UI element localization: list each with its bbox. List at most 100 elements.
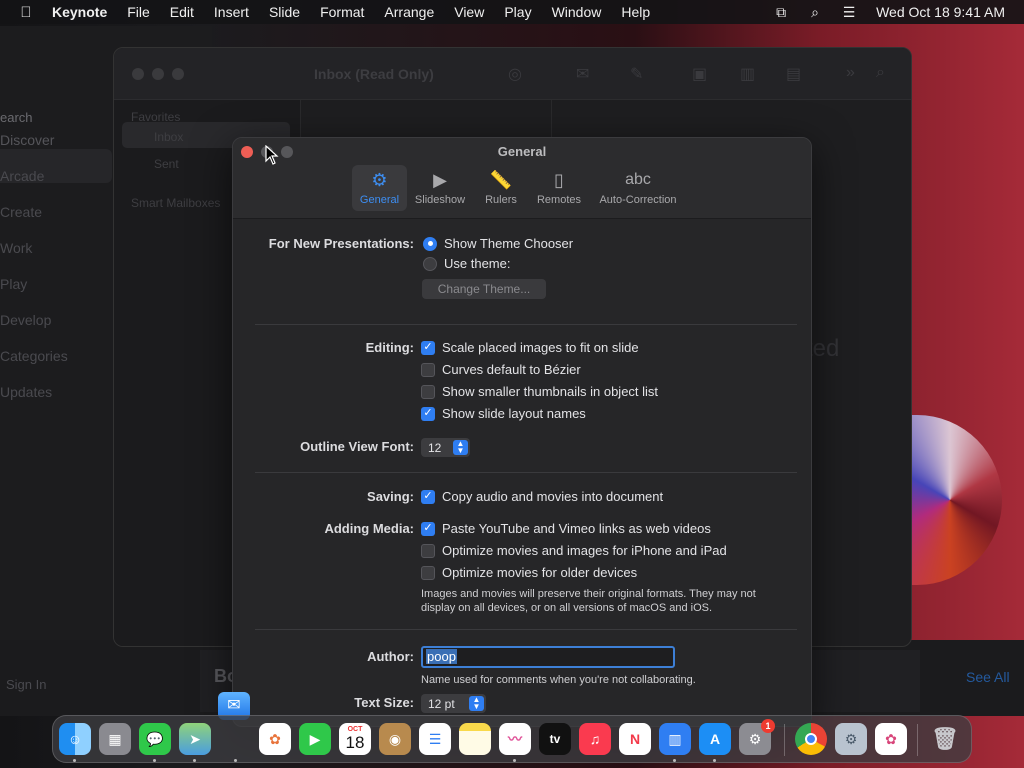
chrome-icon[interactable] (795, 723, 827, 755)
new-presentations-label: For New Presentations: (268, 236, 414, 251)
text-size-label: Text Size: (354, 695, 414, 710)
junk-icon[interactable]: ▤ (786, 64, 801, 84)
sidebar-item-categories[interactable]: Categories (0, 348, 68, 364)
checkbox-empty-icon (421, 565, 435, 580)
sidebar-item-create[interactable]: Create (0, 204, 42, 220)
tab-remotes[interactable]: ▯ Remotes (533, 165, 585, 211)
mail-minimize-button[interactable] (152, 68, 164, 80)
author-name-field[interactable]: poop (421, 646, 675, 668)
music-icon[interactable]: ♫ (579, 723, 611, 755)
tab-slideshow[interactable]: ▶ Slideshow (410, 165, 470, 211)
use-theme-radio[interactable]: Use theme: (423, 256, 510, 271)
option-label: Use theme: (444, 256, 511, 271)
menu-arrange[interactable]: Arrange (374, 4, 444, 20)
photos-library-icon[interactable]: ✿ (875, 723, 907, 755)
trash-icon[interactable]: 🗑 (929, 723, 961, 755)
sidebar-item-develop[interactable]: Develop (0, 312, 51, 328)
get-mail-icon[interactable]: ✉ (576, 64, 589, 84)
archive-icon[interactable]: ▣ (692, 64, 707, 84)
mailbox-inbox[interactable]: Inbox (154, 130, 183, 144)
checkbox-empty-icon (421, 362, 435, 377)
menu-bar-clock[interactable]: Wed Oct 18 9:41 AM (866, 4, 1024, 20)
search-icon[interactable]: ⌕ (876, 64, 885, 82)
menu-help[interactable]: Help (611, 4, 660, 20)
smart-mailboxes-heading: Smart Mailboxes (131, 196, 221, 210)
freeform-icon[interactable]: 〰 (499, 723, 531, 755)
checkmark-icon: ✓ (421, 489, 435, 504)
adding-media-label: Adding Media: (324, 521, 414, 536)
photos-icon[interactable]: ✿ (259, 723, 291, 755)
outline-font-size-popup[interactable]: 12 ▲ ▼ (421, 438, 470, 457)
mail-zoom-button[interactable] (172, 68, 184, 80)
paste-youtube-checkbox[interactable]: ✓ Paste YouTube and Vimeo links as web v… (421, 521, 711, 536)
news-icon[interactable]: N (619, 723, 651, 755)
radio-selected-icon (423, 236, 437, 251)
mail-window-title: Inbox (Read Only) (314, 66, 434, 82)
menu-view[interactable]: View (444, 4, 494, 20)
show-theme-chooser-radio[interactable]: Show Theme Chooser (423, 236, 573, 251)
tab-auto-correction[interactable]: abc Auto-Correction (593, 165, 683, 211)
smaller-thumbnails-checkbox[interactable]: Show smaller thumbnails in object list (421, 384, 658, 399)
ruler-icon: 📏 (489, 170, 513, 190)
sign-in-button[interactable]: Sign In (6, 677, 46, 692)
sidebar-item-discover[interactable]: Discover (0, 132, 54, 148)
control-center-icon[interactable]: ☰ (832, 4, 866, 21)
app-menu[interactable]: Keynote (52, 4, 117, 20)
filter-icon[interactable]: ◎ (508, 64, 522, 84)
see-all-link[interactable]: See All (966, 669, 1010, 685)
spotlight-search-icon[interactable]: ⌕ (798, 4, 832, 21)
contacts-icon[interactable]: ◉ (379, 723, 411, 755)
sidebar-item-arcade[interactable]: Arcade (0, 168, 44, 184)
tab-label: General (359, 194, 400, 206)
mail-close-button[interactable] (132, 68, 144, 80)
tab-general[interactable]: ⚙ General (352, 165, 407, 211)
media-note-line-2: display on all devices, or on all versio… (421, 602, 713, 614)
sidebar-item-play[interactable]: Play (0, 276, 27, 292)
apple-menu-icon[interactable]:  (0, 4, 52, 21)
system-settings-icon[interactable]: ⚙ 1 (739, 719, 775, 755)
change-theme-button[interactable]: Change Theme... (422, 279, 546, 299)
more-icon[interactable]: » (846, 64, 855, 82)
finder-icon[interactable]: ☺ (59, 723, 91, 755)
trash-icon[interactable]: ▥ (740, 64, 755, 84)
menu-format[interactable]: Format (310, 4, 374, 20)
text-size-popup[interactable]: 12 pt ▲ ▼ (421, 694, 486, 713)
appstore-search-field[interactable]: earch (0, 110, 33, 125)
launchpad-icon[interactable]: ▦ (99, 723, 131, 755)
utilities-folder-icon[interactable]: ⚙ (835, 723, 867, 755)
keynote-icon[interactable]: ▥ (659, 723, 691, 755)
maps-icon[interactable]: ➤ (179, 723, 211, 755)
saving-label: Saving: (367, 489, 414, 504)
menu-window[interactable]: Window (542, 4, 612, 20)
optimize-older-devices-checkbox[interactable]: Optimize movies for older devices (421, 565, 637, 580)
reminders-icon[interactable]: ☰ (419, 723, 451, 755)
play-icon: ▶ (433, 170, 447, 190)
messages-icon[interactable]: 💬 (139, 723, 171, 755)
author-label: Author: (367, 649, 414, 664)
facetime-icon[interactable]: ▶ (299, 723, 331, 755)
checkmark-icon: ✓ (421, 406, 435, 421)
tab-rulers[interactable]: 📏 Rulers (479, 165, 523, 211)
notes-icon[interactable] (459, 723, 491, 755)
scale-images-checkbox[interactable]: ✓ Scale placed images to fit on slide (421, 340, 639, 355)
copy-audio-movies-checkbox[interactable]: ✓ Copy audio and movies into document (421, 489, 663, 504)
mouse-pointer-icon (265, 145, 279, 165)
menu-insert[interactable]: Insert (204, 4, 259, 20)
screen-mirroring-icon[interactable]: ⧉ (764, 4, 798, 21)
compose-icon[interactable]: ✎ (630, 64, 643, 84)
sidebar-item-updates[interactable]: Updates (0, 384, 52, 400)
calendar-icon[interactable]: OCT 18 (339, 723, 371, 755)
menu-file[interactable]: File (117, 4, 160, 20)
menu-slide[interactable]: Slide (259, 4, 310, 20)
curves-bezier-checkbox[interactable]: Curves default to Bézier (421, 362, 581, 377)
outline-font-label: Outline View Font: (300, 439, 414, 454)
app-store-icon[interactable]: A (699, 723, 731, 755)
apple-tv-icon[interactable]: tv (539, 723, 571, 755)
menu-play[interactable]: Play (494, 4, 541, 20)
optimize-iphone-ipad-checkbox[interactable]: Optimize movies and images for iPhone an… (421, 543, 727, 558)
slide-layout-names-checkbox[interactable]: ✓ Show slide layout names (421, 406, 586, 421)
menu-edit[interactable]: Edit (160, 4, 204, 20)
sidebar-item-work[interactable]: Work (0, 240, 32, 256)
dock: ☺ ▦ 💬 ➤ ✿ ▶ OCT 18 ◉ ☰ 〰 tv ♫ N ▥ A ⚙ 1 … (52, 715, 972, 763)
mailbox-sent[interactable]: Sent (154, 157, 179, 171)
